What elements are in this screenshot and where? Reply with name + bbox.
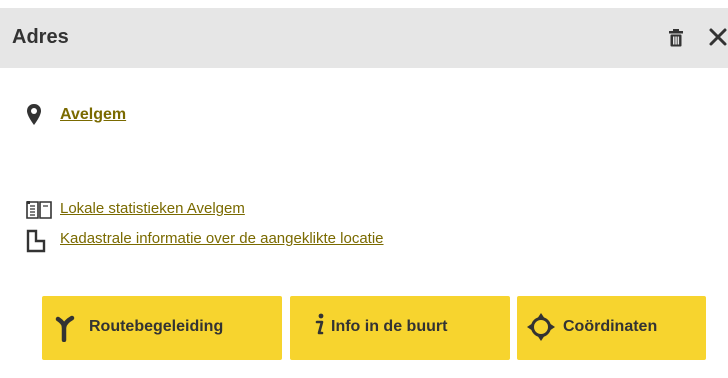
- crosshair-icon: [527, 313, 555, 341]
- coordinates-button[interactable]: Coördinaten: [517, 296, 706, 360]
- address-panel: Adres Avelgem Lokale statistieken Avelge…: [0, 0, 728, 378]
- route-guidance-label: Routebegeleiding: [89, 318, 224, 335]
- cadastral-row: Kadastrale informatie over de aangeklikt…: [24, 228, 624, 253]
- statistics-link[interactable]: Lokale statistieken Avelgem: [60, 200, 245, 217]
- panel-header: Adres: [0, 8, 728, 68]
- map-pin-icon: [27, 104, 41, 125]
- cadastral-parcel-icon: [26, 229, 46, 253]
- open-book-icon: [26, 201, 52, 219]
- cadastral-link[interactable]: Kadastrale informatie over de aangeklikt…: [60, 230, 384, 247]
- close-icon: [709, 28, 727, 46]
- info-icon: [315, 313, 324, 335]
- statistics-row: Lokale statistieken Avelgem: [24, 198, 624, 222]
- location-link[interactable]: Avelgem: [60, 106, 126, 124]
- trash-icon: [669, 29, 683, 47]
- info-nearby-button[interactable]: Info in de buurt: [290, 296, 510, 360]
- panel-title: Adres: [12, 26, 69, 48]
- delete-button[interactable]: [664, 26, 688, 50]
- info-nearby-label: Info in de buurt: [331, 318, 448, 335]
- close-button[interactable]: [708, 24, 728, 50]
- route-icon: [55, 315, 75, 342]
- route-guidance-button[interactable]: Routebegeleiding: [42, 296, 282, 360]
- coordinates-label: Coördinaten: [563, 318, 658, 335]
